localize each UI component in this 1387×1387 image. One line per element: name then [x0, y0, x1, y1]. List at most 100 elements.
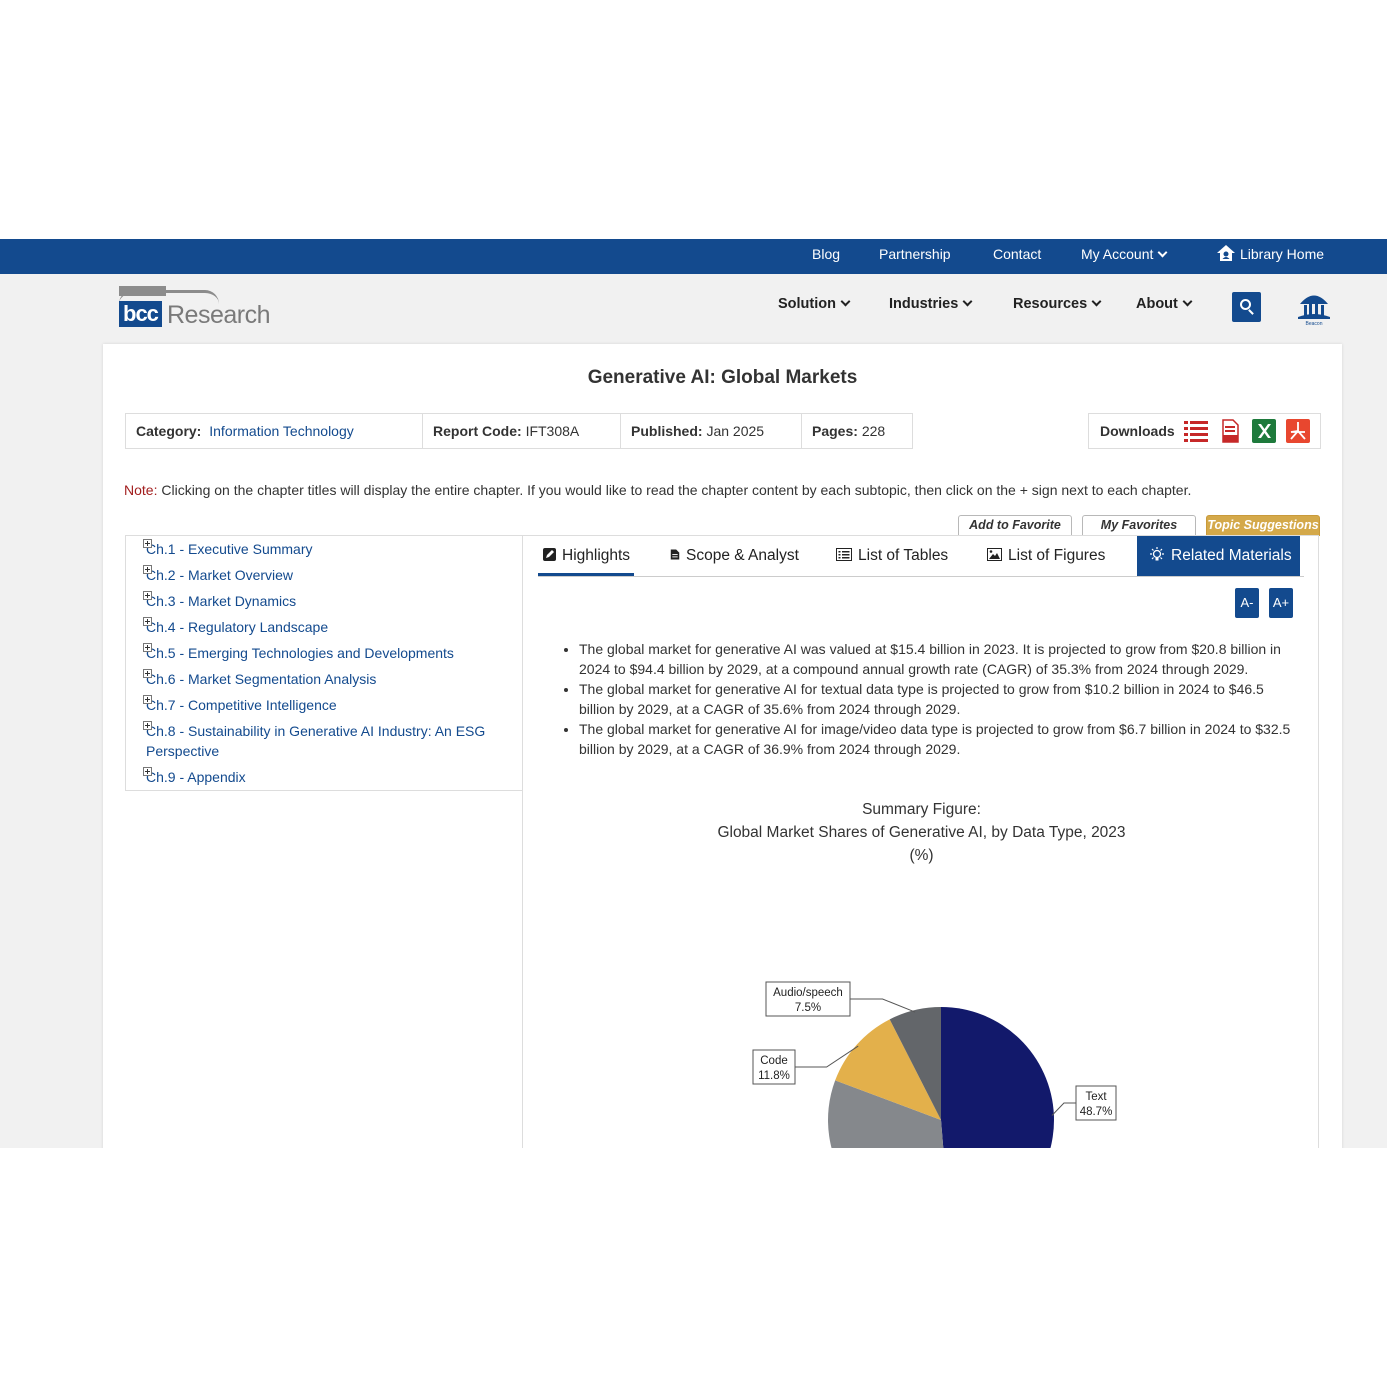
logo-research-text: Research [167, 301, 271, 329]
report-code-cell: Report Code: IFT308A [423, 414, 621, 448]
pages-label: Pages: [812, 423, 858, 439]
blog-link[interactable]: Blog [812, 239, 840, 274]
tab-highlights[interactable]: Highlights [538, 536, 634, 577]
toc-chapter-8[interactable]: Ch.8 - Sustainability in Generative AI I… [143, 721, 496, 761]
tab-list-of-figures-label: List of Figures [1008, 547, 1106, 564]
published-cell: Published: Jan 2025 [621, 414, 802, 448]
toc-chapter-2[interactable]: Ch.2 - Market Overview [143, 565, 294, 585]
report-code-label: Report Code: [433, 423, 522, 439]
toc-chapter-1[interactable]: Ch.1 - Executive Summary [143, 539, 313, 559]
note-text: Note: Clicking on the chapter titles wil… [124, 482, 1191, 498]
nav-resources[interactable]: Resources [1013, 296, 1102, 316]
beacon-logo[interactable]: Beacon [1296, 289, 1332, 327]
toc-chapter-label: Ch.4 - Regulatory Landscape [146, 619, 329, 635]
top-utility-bar: Blog Partnership Contact My Account Libr… [0, 239, 1387, 274]
note-label: Note: [124, 482, 158, 498]
lightbulb-icon [1150, 547, 1164, 561]
tab-list-of-tables-label: List of Tables [858, 547, 949, 564]
bcc-research-logo[interactable]: bcc Research [119, 286, 271, 330]
expand-plus-icon[interactable] [143, 565, 152, 574]
chevron-down-icon [962, 296, 973, 307]
nav-solution-label: Solution [778, 296, 836, 312]
highlight-item: The global market for generative AI for … [579, 719, 1293, 759]
toc-chapter-label: Ch.6 - Market Segmentation Analysis [146, 671, 377, 687]
expand-plus-icon[interactable] [143, 539, 152, 548]
font-decrease-button[interactable]: A- [1235, 588, 1259, 618]
excel-download-icon[interactable] [1252, 419, 1276, 443]
tab-related-materials[interactable]: Related Materials [1137, 536, 1300, 577]
chart-title-line-2: Global Market Shares of Generative AI, b… [717, 824, 1126, 841]
toc-chapter-label: Ch.3 - Market Dynamics [146, 593, 297, 609]
nav-about-label: About [1136, 296, 1178, 312]
expand-plus-icon[interactable] [143, 591, 152, 600]
ebook-download-icon[interactable] [1218, 419, 1242, 443]
tab-scope-analyst[interactable]: Scope & Analyst [670, 536, 799, 577]
list-download-icon[interactable] [1184, 419, 1208, 443]
font-increase-button[interactable]: A+ [1269, 588, 1293, 618]
highlight-item: The global market for generative AI was … [579, 639, 1293, 679]
callout-line [1051, 1102, 1076, 1116]
expand-plus-icon[interactable] [143, 643, 152, 652]
expand-plus-icon[interactable] [143, 669, 152, 678]
note-body: Clicking on the chapter titles will disp… [161, 482, 1192, 498]
expand-plus-icon[interactable] [143, 617, 152, 626]
library-home-label: Library Home [1240, 246, 1325, 262]
tab-list-of-tables[interactable]: List of Tables [836, 536, 948, 577]
library-home-link[interactable]: Library Home [1217, 239, 1324, 274]
tab-highlights-label: Highlights [562, 547, 631, 564]
toc-chapter-3[interactable]: Ch.3 - Market Dynamics [143, 591, 297, 611]
list-icon [836, 548, 852, 561]
toc-chapter-4[interactable]: Ch.4 - Regulatory Landscape [143, 617, 329, 637]
toc-chapter-label: Ch.5 - Emerging Technologies and Develop… [146, 645, 454, 661]
nav-about[interactable]: About [1136, 296, 1193, 316]
nav-resources-label: Resources [1013, 296, 1088, 312]
toc-chapter-label: Ch.7 - Competitive Intelligence [146, 697, 337, 713]
chart-title-line-1: Summary Figure: [862, 801, 981, 818]
toc-chapter-label: Ch.2 - Market Overview [146, 567, 294, 583]
callout-line [850, 998, 916, 1013]
category-cell: Category: Information Technology [126, 414, 423, 448]
toc-chapter-7[interactable]: Ch.7 - Competitive Intelligence [143, 695, 337, 715]
browser-viewport: Blog Partnership Contact My Account Libr… [0, 239, 1387, 1148]
category-label: Category: [136, 423, 202, 439]
chevron-down-icon [1091, 296, 1102, 307]
expand-plus-icon[interactable] [143, 695, 152, 704]
my-account-menu[interactable]: My Account [1081, 239, 1168, 274]
nav-industries-label: Industries [889, 296, 959, 312]
edit-icon [543, 548, 556, 561]
toc-chapter-9[interactable]: Ch.9 - Appendix [143, 767, 246, 787]
report-meta-bar: Category: Information Technology Report … [125, 413, 913, 449]
toc-chapter-6[interactable]: Ch.6 - Market Segmentation Analysis [143, 669, 377, 689]
partnership-link[interactable]: Partnership [879, 239, 951, 274]
slice-value-label: 7.5% [795, 1002, 821, 1014]
category-link[interactable]: Information Technology [209, 423, 354, 439]
downloads-label: Downloads [1100, 423, 1175, 439]
expand-plus-icon[interactable] [143, 721, 152, 730]
nav-industries[interactable]: Industries [889, 296, 973, 316]
pie-slice-text [941, 1007, 1054, 1148]
highlights-list: The global market for generative AI was … [563, 639, 1293, 759]
published-label: Published: [631, 423, 703, 439]
tab-scope-analyst-label: Scope & Analyst [686, 547, 799, 564]
pie-chart: Text48.7%Images/videos32.0%Code11.8%Audi… [752, 981, 1117, 1148]
highlight-item: The global market for generative AI for … [579, 679, 1293, 719]
nav-solution[interactable]: Solution [778, 296, 851, 316]
toc-chapter-5[interactable]: Ch.5 - Emerging Technologies and Develop… [143, 643, 454, 663]
add-to-favorite-button[interactable]: Add to Favorite [958, 515, 1072, 536]
my-account-label: My Account [1081, 246, 1154, 262]
slice-category-label: Text [1085, 1091, 1107, 1103]
tab-list-of-figures[interactable]: List of Figures [987, 536, 1105, 577]
my-favorites-button[interactable]: My Favorites [1082, 515, 1196, 536]
expand-plus-icon[interactable] [143, 767, 152, 776]
slice-value-label: 11.8% [758, 1070, 790, 1082]
toc-chapter-label: Ch.8 - Sustainability in Generative AI I… [146, 723, 486, 759]
pdf-download-icon[interactable] [1286, 419, 1310, 443]
topic-suggestions-button[interactable]: Topic Suggestions [1206, 515, 1320, 536]
contact-link[interactable]: Contact [993, 239, 1041, 274]
image-icon [987, 548, 1002, 561]
chapter-toc: Ch.1 - Executive Summary Ch.2 - Market O… [125, 535, 522, 791]
search-button[interactable] [1232, 292, 1261, 322]
tab-related-materials-label: Related Materials [1171, 547, 1292, 564]
pages-value: 228 [861, 423, 886, 439]
chevron-down-icon [1157, 247, 1168, 258]
